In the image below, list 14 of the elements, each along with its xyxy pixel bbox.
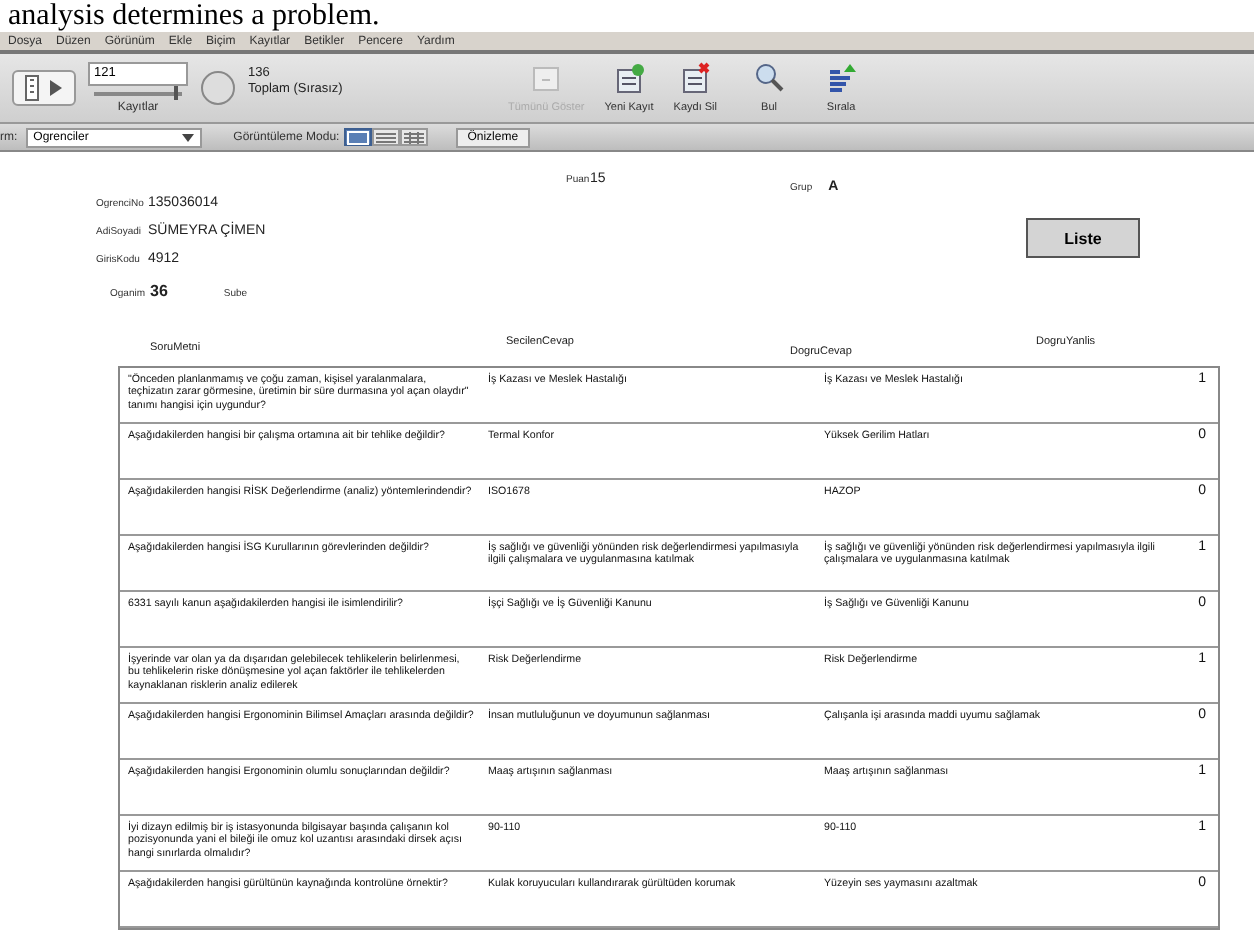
- list-button[interactable]: Liste: [1026, 218, 1140, 258]
- list-view-button[interactable]: [371, 128, 400, 146]
- sort-icon: [825, 62, 858, 94]
- field-value: 36: [150, 282, 168, 300]
- search-icon: [753, 62, 786, 94]
- delete-record-icon: [679, 62, 712, 94]
- new-record-icon: [613, 62, 645, 94]
- form-view-button[interactable]: [343, 128, 372, 146]
- table-view-button[interactable]: [399, 128, 428, 146]
- book-navigation-button[interactable]: [12, 70, 76, 106]
- circle-icon: [200, 70, 236, 106]
- caption-text: analysis determines a problem.: [6, 0, 382, 32]
- window-icon: [530, 62, 563, 94]
- caret-icon: [181, 133, 194, 141]
